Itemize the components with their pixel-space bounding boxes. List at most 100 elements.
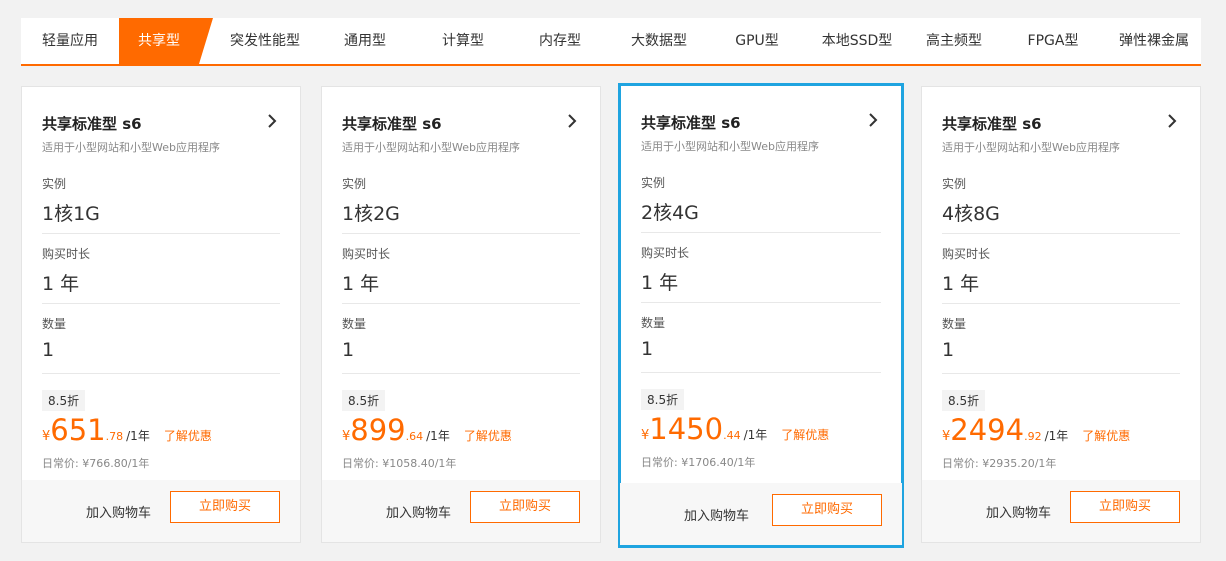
quantity-value: 1 xyxy=(942,339,955,361)
price-unit: /1年 xyxy=(1044,429,1069,443)
instance-value: 1核1G xyxy=(42,203,100,225)
add-to-cart-button[interactable]: 加入购物车 xyxy=(86,502,151,521)
chevron-right-icon[interactable] xyxy=(564,111,580,131)
original-price: 日常价: ¥1058.40/1年 xyxy=(342,457,457,470)
instance-label: 实例 xyxy=(641,176,666,190)
price-integer: 1450 xyxy=(649,412,724,446)
discount-badge: 8.5折 xyxy=(42,390,86,411)
divider xyxy=(942,303,1180,304)
quantity-label: 数量 xyxy=(42,317,67,331)
divider xyxy=(641,232,881,233)
price-row: ¥651.78/1年 了解优惠 xyxy=(42,413,212,447)
card-title[interactable]: 共享标准型 s6 xyxy=(641,112,741,133)
tab-bigdata[interactable]: 大数据型 xyxy=(609,18,709,64)
add-to-cart-button[interactable]: 加入购物车 xyxy=(386,502,451,521)
price-integer: 651 xyxy=(50,413,106,447)
price-unit: /1年 xyxy=(426,429,450,443)
card-subtitle: 适用于小型网站和小型Web应用程序 xyxy=(42,141,220,154)
category-tab-bar: 轻量应用 共享型 突发性能型 通用型 计算型 内存型 大数据型 GPU型 本地S… xyxy=(21,18,1201,66)
buy-now-button[interactable]: 立即购买 xyxy=(1070,491,1180,523)
divider xyxy=(942,233,1180,234)
price-row: ¥1450.44/1年 了解优惠 xyxy=(641,412,829,446)
promo-link[interactable]: 了解优惠 xyxy=(1082,429,1130,443)
quantity-label: 数量 xyxy=(641,316,666,330)
tab-gpu[interactable]: GPU型 xyxy=(709,18,805,64)
duration-value: 1 年 xyxy=(942,273,980,295)
discount-badge: 8.5折 xyxy=(942,390,986,411)
quantity-value: 1 xyxy=(641,338,654,360)
tab-local-ssd[interactable]: 本地SSD型 xyxy=(805,18,909,64)
card-title[interactable]: 共享标准型 s6 xyxy=(42,113,142,134)
price-integer: 2494 xyxy=(950,413,1025,447)
tab-fpga[interactable]: FPGA型 xyxy=(999,18,1107,64)
card-subtitle: 适用于小型网站和小型Web应用程序 xyxy=(942,141,1120,154)
duration-value: 1 年 xyxy=(42,273,80,295)
divider xyxy=(42,373,280,374)
card-subtitle: 适用于小型网站和小型Web应用程序 xyxy=(342,141,520,154)
instance-value: 4核8G xyxy=(942,203,1000,225)
tab-shared[interactable]: 共享型 xyxy=(119,18,213,64)
card-footer: 加入购物车 立即购买 xyxy=(322,480,600,542)
card-footer: 加入购物车 立即购买 xyxy=(22,480,300,542)
duration-label: 购买时长 xyxy=(42,247,91,261)
duration-label: 购买时长 xyxy=(641,246,690,260)
promo-link[interactable]: 了解优惠 xyxy=(781,428,829,442)
card-subtitle: 适用于小型网站和小型Web应用程序 xyxy=(641,140,819,153)
divider xyxy=(641,302,881,303)
card-footer: 加入购物车 立即购买 xyxy=(620,483,902,545)
instance-label: 实例 xyxy=(942,177,967,191)
price-decimal: .78 xyxy=(105,430,124,443)
product-card: 共享标准型 s6 适用于小型网站和小型Web应用程序 实例 1核2G 购买时长 … xyxy=(321,86,601,543)
card-footer: 加入购物车 立即购买 xyxy=(922,480,1200,542)
quantity-value: 1 xyxy=(42,339,55,361)
card-title[interactable]: 共享标准型 s6 xyxy=(342,113,442,134)
original-price: 日常价: ¥1706.40/1年 xyxy=(641,456,756,469)
price-decimal: .92 xyxy=(1024,430,1042,443)
add-to-cart-button[interactable]: 加入购物车 xyxy=(986,502,1051,521)
quantity-label: 数量 xyxy=(942,317,967,331)
promo-link[interactable]: 了解优惠 xyxy=(464,429,512,443)
instance-label: 实例 xyxy=(342,177,367,191)
duration-label: 购买时长 xyxy=(942,247,991,261)
instance-label: 实例 xyxy=(42,177,67,191)
quantity-label: 数量 xyxy=(342,317,367,331)
chevron-right-icon[interactable] xyxy=(264,111,280,131)
original-price: 日常价: ¥766.80/1年 xyxy=(42,457,150,470)
instance-value: 2核4G xyxy=(641,202,699,224)
tab-high-frequency[interactable]: 高主频型 xyxy=(909,18,999,64)
duration-value: 1 年 xyxy=(342,273,380,295)
divider xyxy=(942,373,1180,374)
tab-lightweight[interactable]: 轻量应用 xyxy=(21,18,119,64)
chevron-right-icon[interactable] xyxy=(865,110,881,130)
divider xyxy=(42,303,280,304)
duration-label: 购买时长 xyxy=(342,247,391,261)
tab-memory[interactable]: 内存型 xyxy=(511,18,609,64)
tab-compute[interactable]: 计算型 xyxy=(415,18,511,64)
chevron-right-icon[interactable] xyxy=(1164,111,1180,131)
price-unit: /1年 xyxy=(126,429,150,443)
buy-now-button[interactable]: 立即购买 xyxy=(470,491,580,523)
price-unit: /1年 xyxy=(743,428,768,442)
duration-value: 1 年 xyxy=(641,272,679,294)
promo-link[interactable]: 了解优惠 xyxy=(164,429,212,443)
divider xyxy=(342,233,580,234)
product-card-highlighted: 共享标准型 s6 适用于小型网站和小型Web应用程序 实例 2核4G 购买时长 … xyxy=(618,83,904,548)
product-card: 共享标准型 s6 适用于小型网站和小型Web应用程序 实例 4核8G 购买时长 … xyxy=(921,86,1201,543)
add-to-cart-button[interactable]: 加入购物车 xyxy=(684,505,749,524)
buy-now-button[interactable]: 立即购买 xyxy=(772,494,882,526)
divider xyxy=(342,373,580,374)
divider xyxy=(342,303,580,304)
tab-burstable[interactable]: 突发性能型 xyxy=(215,18,315,64)
price-row: ¥899.64/1年 了解优惠 xyxy=(342,413,512,447)
instance-value: 1核2G xyxy=(342,203,400,225)
price-decimal: .64 xyxy=(405,430,424,443)
discount-badge: 8.5折 xyxy=(342,390,386,411)
divider xyxy=(42,233,280,234)
quantity-value: 1 xyxy=(342,339,355,361)
tab-general[interactable]: 通用型 xyxy=(315,18,415,64)
card-title[interactable]: 共享标准型 s6 xyxy=(942,113,1042,134)
buy-now-button[interactable]: 立即购买 xyxy=(170,491,280,523)
original-price: 日常价: ¥2935.20/1年 xyxy=(942,457,1057,470)
discount-badge: 8.5折 xyxy=(641,389,685,410)
tab-bare-metal[interactable]: 弹性裸金属 xyxy=(1107,18,1201,64)
